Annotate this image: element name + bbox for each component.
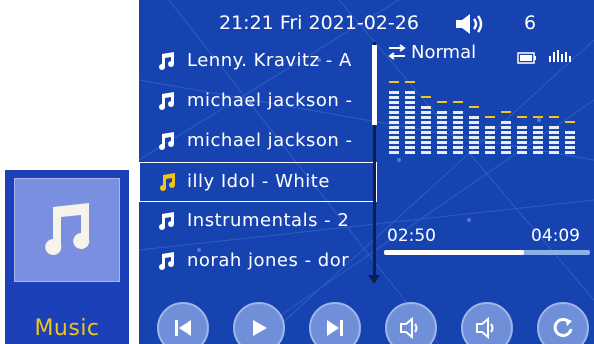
- scroll-down-arrow-icon[interactable]: [367, 272, 381, 286]
- playlist-item[interactable]: norah jones - dor: [139, 242, 377, 282]
- equalizer-bar: [453, 101, 463, 154]
- music-note-icon: [45, 203, 90, 255]
- repeat-icon: [388, 44, 406, 60]
- equalizer-peak: [389, 81, 399, 83]
- equalizer-peak: [517, 116, 527, 118]
- playback-controls: [139, 300, 594, 344]
- playlist-item[interactable]: Lenny. Kravitz - A: [139, 42, 377, 82]
- playlist-item-label: Instrumentals - 2: [187, 210, 350, 231]
- playlist-item-label: illy Idol - White: [187, 171, 330, 192]
- status-bar: 21:21 Fri 2021-02-26 6: [139, 8, 594, 38]
- equalizer-bar: [437, 101, 447, 154]
- clock: 21:21 Fri 2021-02-26: [219, 12, 419, 34]
- elapsed-time: 02:50: [387, 226, 436, 246]
- equalizer-bar: [533, 116, 543, 154]
- previous-button[interactable]: [157, 302, 209, 344]
- equalizer-peak: [485, 116, 495, 118]
- equalizer-peak: [405, 81, 415, 83]
- playlist-item[interactable]: michael jackson -: [139, 122, 377, 162]
- next-icon: [327, 320, 343, 336]
- equalizer-peak: [549, 116, 559, 118]
- equalizer-peak: [453, 101, 463, 103]
- volume-up-button[interactable]: [461, 302, 513, 344]
- speaker-icon: [456, 14, 483, 34]
- music-app-tile[interactable]: Music: [5, 170, 129, 344]
- clock-time: 21:21: [219, 12, 274, 34]
- equalizer-bar: [501, 111, 511, 154]
- equalizer-bar: [405, 81, 415, 154]
- equalizer-visualizer: [389, 81, 575, 154]
- equalizer-peak: [565, 121, 575, 123]
- previous-icon: [175, 320, 191, 336]
- equalizer-bar: [549, 116, 559, 154]
- progress-fill: [384, 250, 524, 255]
- playlist-item[interactable]: illy Idol - White: [139, 162, 377, 202]
- repeat-icon: [553, 317, 573, 337]
- clock-date: 2021-02-26: [308, 12, 419, 34]
- music-note-icon: [159, 252, 174, 270]
- playlist-item-label: michael jackson -: [187, 130, 353, 151]
- equalizer-peak: [437, 101, 447, 103]
- playlist-scroll-thumb[interactable]: [372, 45, 377, 125]
- equalizer-bar: [389, 81, 399, 154]
- equalizer-peak: [533, 116, 543, 118]
- volume-down-button[interactable]: [385, 302, 437, 344]
- music-app-label: Music: [34, 316, 100, 341]
- playlist-item[interactable]: michael jackson -: [139, 82, 377, 122]
- equalizer-icon[interactable]: [547, 46, 573, 66]
- clock-day: Fri: [279, 12, 303, 34]
- total-time: 04:09: [531, 226, 580, 246]
- music-note-icon: [159, 132, 174, 150]
- music-note-icon: [159, 212, 174, 230]
- volume-up-icon: [476, 317, 494, 339]
- equalizer-bar: [565, 121, 575, 154]
- music-note-icon: [159, 92, 174, 110]
- next-button[interactable]: [309, 302, 361, 344]
- playlist-item-label: norah jones - dor: [187, 250, 350, 271]
- music-note-icon: [160, 173, 175, 191]
- playlist-item-label: Lenny. Kravitz - A: [187, 50, 352, 71]
- equalizer-peak: [469, 106, 479, 108]
- music-app-icon-frame: [14, 178, 120, 282]
- equalizer-peak: [501, 111, 511, 113]
- playlist-item[interactable]: Instrumentals - 2: [139, 202, 377, 242]
- music-player-screen: 21:21 Fri 2021-02-26 6 Lenny. Kravitz - …: [139, 0, 594, 344]
- play-icon: [253, 320, 267, 336]
- equalizer-bar: [469, 106, 479, 154]
- volume-down-icon: [400, 317, 418, 339]
- battery-icon: [517, 52, 536, 64]
- repeat-button[interactable]: [537, 302, 589, 344]
- play-mode-label: Normal: [411, 42, 477, 63]
- equalizer-peak: [421, 96, 431, 98]
- equalizer-bar: [517, 116, 527, 154]
- volume-level: 6: [524, 12, 537, 34]
- play-button[interactable]: [233, 302, 285, 344]
- equalizer-bar: [485, 116, 495, 154]
- playlist-item-label: michael jackson -: [187, 90, 353, 111]
- equalizer-bar: [421, 96, 431, 154]
- music-note-icon: [159, 52, 174, 70]
